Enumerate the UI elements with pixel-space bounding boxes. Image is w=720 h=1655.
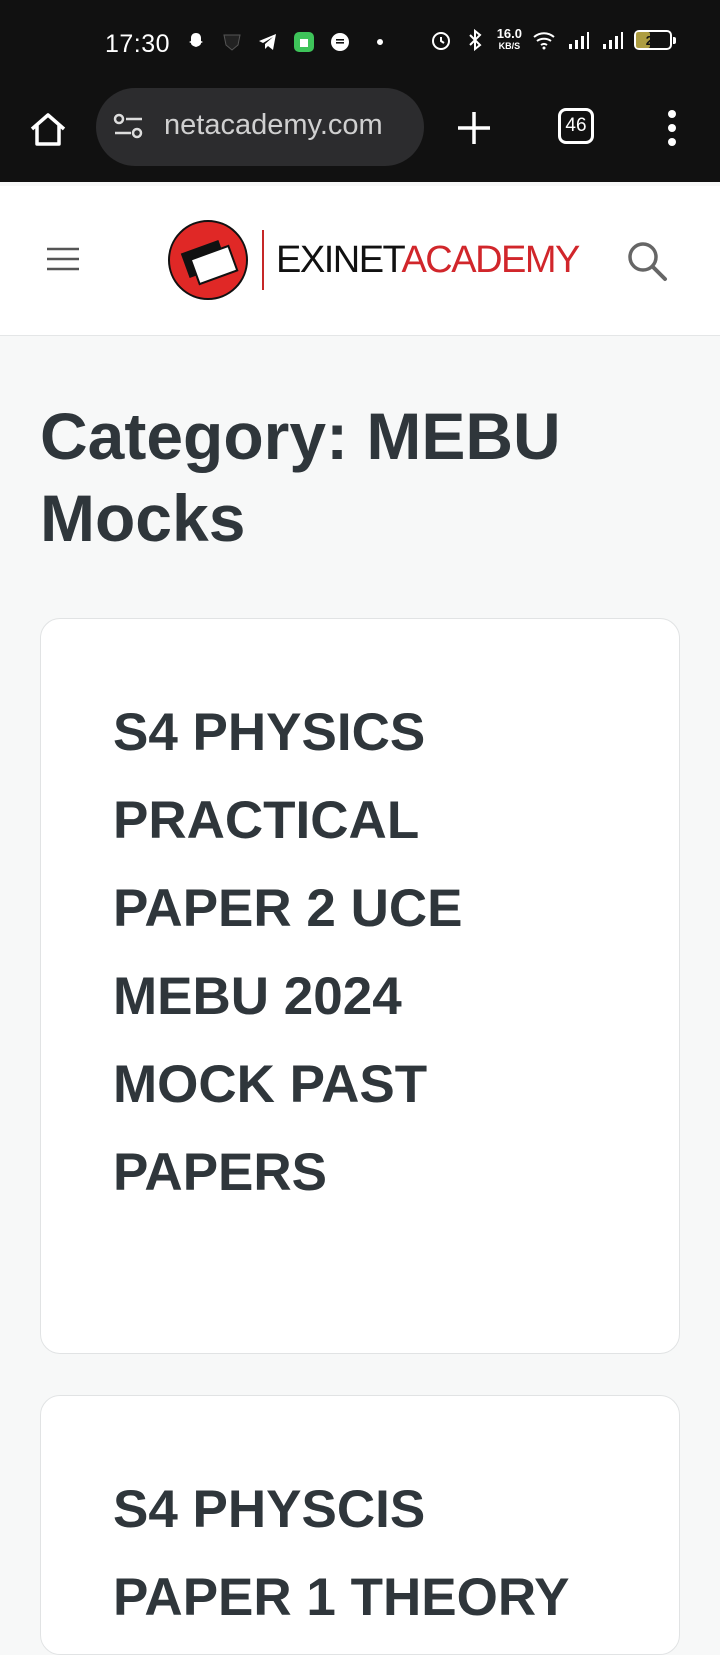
net-speed-value: 16.0 [496, 26, 522, 41]
signal-icon [569, 32, 589, 49]
status-bar: 17:30 16.0 KB/S 25 [0, 0, 720, 88]
url-text[interactable]: netacademy.com [164, 109, 412, 142]
bluetooth-icon [468, 28, 482, 52]
new-tab-icon[interactable] [454, 108, 494, 148]
alarm-icon [431, 32, 450, 50]
search-icon[interactable] [626, 240, 668, 282]
logo-mark-icon [168, 220, 248, 300]
post-card: S4 PHYSICS PRACTICAL PAPER 2 UCE MEBU 20… [40, 618, 680, 1354]
tab-switcher-button[interactable]: 46 [558, 108, 594, 144]
home-icon[interactable] [26, 108, 70, 152]
post-title-link[interactable]: S4 PHYSCIS PAPER 1 THEORY [113, 1466, 573, 1642]
site-settings-icon[interactable] [112, 111, 146, 141]
net-speed: 16.0 KB/S [496, 26, 522, 52]
battery-indicator: 25 [634, 30, 676, 50]
status-time: 17:30 [105, 30, 171, 58]
logo-word-exinet: EXINET [276, 238, 403, 281]
logo-word-academy: ACADEMY [401, 238, 580, 281]
logo-divider [262, 230, 264, 290]
more-options-icon[interactable] [664, 108, 680, 148]
signal-icon [603, 32, 623, 49]
hamburger-menu-icon[interactable] [46, 246, 80, 272]
shield-icon [223, 34, 241, 51]
dot-icon [377, 39, 383, 45]
site-header: EXINETACADEMY [0, 186, 720, 336]
snapchat-icon [189, 33, 203, 47]
page-title: Category: MEBU Mocks [40, 399, 561, 555]
browser-toolbar: netacademy.com 46 [0, 88, 720, 182]
post-title-link[interactable]: S4 PHYSICS PRACTICAL PAPER 2 UCE MEBU 20… [113, 689, 573, 1217]
telegram-icon [259, 34, 276, 50]
system-icons: 16.0 KB/S 25 [429, 26, 676, 52]
wifi-icon [533, 32, 555, 50]
url-bar[interactable]: netacademy.com [96, 88, 424, 166]
battery-level: 25 [645, 32, 661, 48]
post-card: S4 PHYSCIS PAPER 1 THEORY [40, 1395, 680, 1655]
store-icon [294, 32, 314, 52]
net-speed-unit: KB/S [498, 41, 521, 51]
logo-wordmark: EXINETACADEMY [276, 238, 580, 282]
chat-icon [331, 33, 349, 51]
notification-icons [184, 30, 388, 54]
site-logo[interactable]: EXINETACADEMY [166, 218, 580, 302]
